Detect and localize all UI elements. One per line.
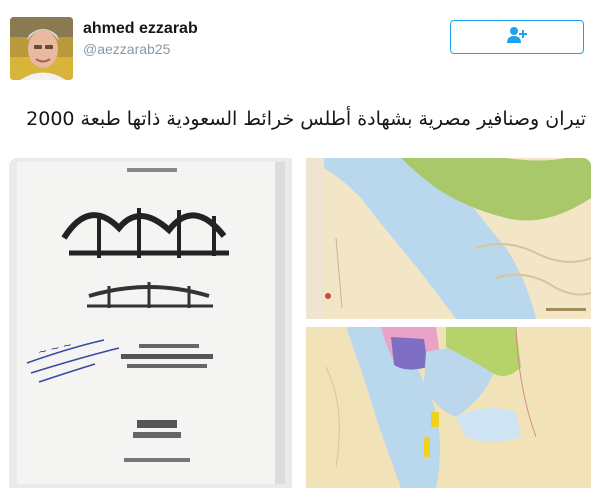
user-handle[interactable]: @aezzarab25 (83, 41, 170, 57)
map-image-bottom[interactable] (306, 326, 591, 488)
map-image-top[interactable] (306, 158, 591, 319)
avatar[interactable] (10, 17, 73, 80)
add-user-icon (506, 26, 528, 49)
tweet-text: تيران وصنافير مصرية بشهادة أطلس خرائط ال… (26, 108, 586, 130)
tweet-media[interactable]: ~ ~ ~ (9, 158, 591, 488)
atlas-cover-image[interactable]: ~ ~ ~ (9, 158, 292, 488)
follow-button[interactable] (450, 20, 584, 54)
display-name[interactable]: ahmed ezzarab (83, 20, 198, 38)
